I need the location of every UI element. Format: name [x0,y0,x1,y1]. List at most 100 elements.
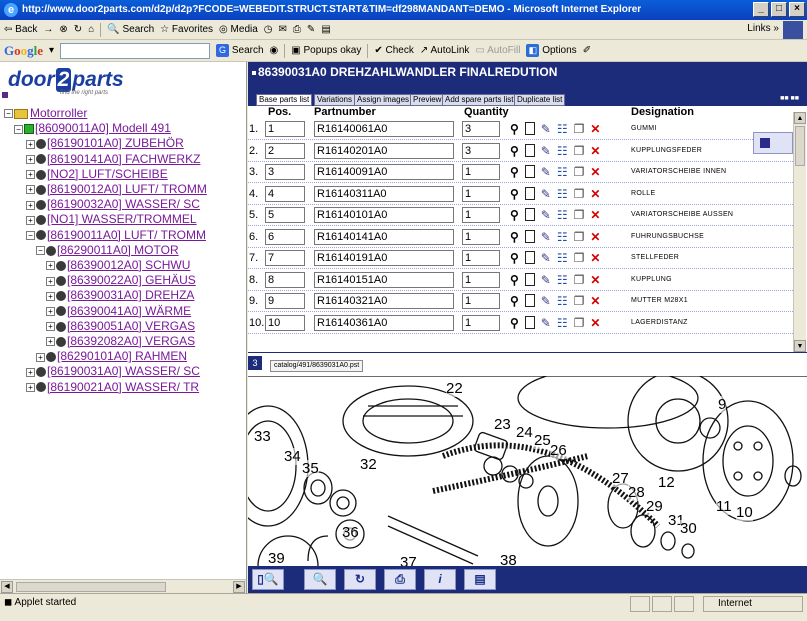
pos-input[interactable]: 7 [265,250,305,266]
callout-number[interactable]: 33 [254,428,271,445]
callout-number[interactable]: 22 [446,380,463,397]
quantity-input[interactable]: 1 [462,164,500,180]
tree-item-label[interactable]: [86190101A0] ZUBEHÖR [47,136,184,150]
callout-number[interactable]: 26 [550,442,567,459]
tree-item-label[interactable]: [86190012A0] LUFT/ TROMM [47,182,207,196]
maximize-button[interactable]: □ [771,2,787,17]
binoculars-icon[interactable]: ⚲ [510,122,519,136]
delete-icon[interactable]: ✕ [590,187,600,201]
options-button[interactable]: ◧ Options [526,44,577,57]
image-number[interactable]: 3 [248,356,262,370]
partnumber-input[interactable]: R16140201A0 [314,142,454,159]
tree-item[interactable]: − [86090011A0] Modell 491 [14,121,171,135]
binoculars-icon[interactable]: ⚲ [510,208,519,222]
tree-item-label[interactable]: [86290101A0] RAHMEN [57,349,187,363]
document-icon[interactable] [524,315,535,329]
binoculars-icon[interactable]: ⚲ [510,294,519,308]
tree-item[interactable]: − Motorroller [4,106,87,120]
binoculars-icon[interactable]: ⚲ [510,144,519,158]
tree-item-label[interactable]: [86190021A0] WASSER/ TR [47,380,199,394]
partnumber-input[interactable]: R16140091A0 [314,164,454,180]
tab-duplicate-list[interactable]: Duplicate list [514,94,566,106]
info-button[interactable]: i [424,569,456,590]
back-button[interactable]: ⇦ Back [4,24,37,35]
scroll-right-icon[interactable]: ▶ [233,581,245,593]
copy-icon[interactable]: ❐ [574,208,585,222]
binoculars-icon[interactable]: ⚲ [510,165,519,179]
print-icon[interactable]: ⎙ [293,24,301,35]
tree-item-label[interactable]: [86392082A0] VERGAS [67,334,195,348]
partnumber-input[interactable]: R16140311A0 [314,185,454,202]
partnumber-input[interactable]: R16140061A0 [314,121,454,137]
expand-toggle-icon[interactable]: + [46,276,55,286]
quantity-input[interactable]: 1 [462,250,500,266]
callout-number[interactable]: 27 [612,470,629,487]
history-icon[interactable]: ◷ [264,24,273,35]
quantity-input[interactable]: 1 [462,314,500,331]
callout-number[interactable]: 9 [718,396,727,413]
media-button[interactable]: ◎ Media [219,24,258,35]
pos-input[interactable]: 1 [265,121,305,137]
tree-item[interactable]: − [86290011A0] MOTOR [36,243,179,257]
callout-number[interactable]: 12 [658,474,675,491]
delete-icon[interactable]: ✕ [590,165,600,179]
tree-icon[interactable]: ☷ [557,294,568,308]
edit-icon[interactable]: ✎ [541,273,551,287]
horizontal-scrollbar[interactable]: ◀ ▶ [0,579,246,593]
binoculars-icon[interactable]: ⚲ [510,273,519,287]
tree-item-label[interactable]: [86190011A0] LUFT/ TROMM [47,228,206,242]
expand-toggle-icon[interactable]: + [26,185,35,195]
zoom-button[interactable]: 🔍 [304,569,336,590]
pos-input[interactable]: 4 [265,185,305,202]
quantity-input[interactable]: 3 [462,121,500,137]
stop-icon[interactable]: ⊗ [59,24,67,35]
pos-input[interactable]: 3 [265,164,305,180]
partnumber-input[interactable]: R16140361A0 [314,314,454,331]
edit-icon[interactable]: ✎ [541,230,551,244]
expand-toggle-icon[interactable]: + [26,215,35,225]
tree-icon[interactable]: ☷ [557,316,568,330]
picture-button[interactable]: ▤ [464,569,496,590]
copy-icon[interactable]: ❐ [574,294,585,308]
quantity-input[interactable]: 1 [462,207,500,223]
discuss-icon[interactable]: ▤ [321,24,330,35]
tree-icon[interactable]: ☷ [557,273,568,287]
binoculars-icon[interactable]: ⚲ [510,187,519,201]
tree-item[interactable]: − [86190011A0] LUFT/ TROMM [26,228,206,242]
quantity-input[interactable]: 3 [462,142,500,159]
callout-number[interactable]: 36 [342,524,359,541]
google-search-button[interactable]: G Search [216,44,264,57]
scroll-down-icon[interactable]: ▼ [794,340,806,352]
partnumber-input[interactable]: R16140151A0 [314,271,454,288]
document-icon[interactable] [524,272,535,286]
delete-icon[interactable]: ✕ [590,144,600,158]
google-news-icon[interactable]: ◉ [270,45,279,56]
expand-toggle-icon[interactable]: + [46,322,55,332]
expand-toggle-icon[interactable]: − [26,230,35,240]
callout-number[interactable]: 37 [400,554,417,566]
tree-item[interactable]: + [86390041A0] WÄRME [46,304,191,318]
callout-number[interactable]: 39 [268,550,285,566]
quantity-input[interactable]: 1 [462,293,500,309]
expand-toggle-icon[interactable]: + [46,291,55,301]
callout-number[interactable]: 32 [360,456,377,473]
document-icon[interactable] [524,294,535,307]
edit-icon[interactable]: ✎ [541,208,551,222]
expand-toggle-icon[interactable]: + [26,170,35,180]
expand-toggle-icon[interactable]: + [26,154,35,164]
search-button[interactable]: 🔍 Search [107,24,154,35]
tree-item-label[interactable]: [86390051A0] VERGAS [67,319,195,333]
favorites-button[interactable]: ☆ Favorites [160,24,213,35]
tree-item-label[interactable]: [86190031A0] WASSER/ SC [47,364,200,378]
tree-item[interactable]: + [86390031A0] DREHZA [46,288,194,302]
copy-icon[interactable]: ❐ [574,165,585,179]
callout-number[interactable]: 35 [302,460,319,477]
tree-item-label[interactable]: [86390031A0] DREHZA [67,288,194,302]
pos-input[interactable]: 9 [265,293,305,309]
delete-icon[interactable]: ✕ [590,230,600,244]
pencil-icon[interactable]: ✐ [583,45,591,56]
forward-button[interactable]: → [43,24,53,35]
partnumber-input[interactable]: R16140141A0 [314,228,454,245]
quantity-input[interactable]: 1 [462,185,500,202]
quantity-input[interactable]: 1 [462,271,500,288]
